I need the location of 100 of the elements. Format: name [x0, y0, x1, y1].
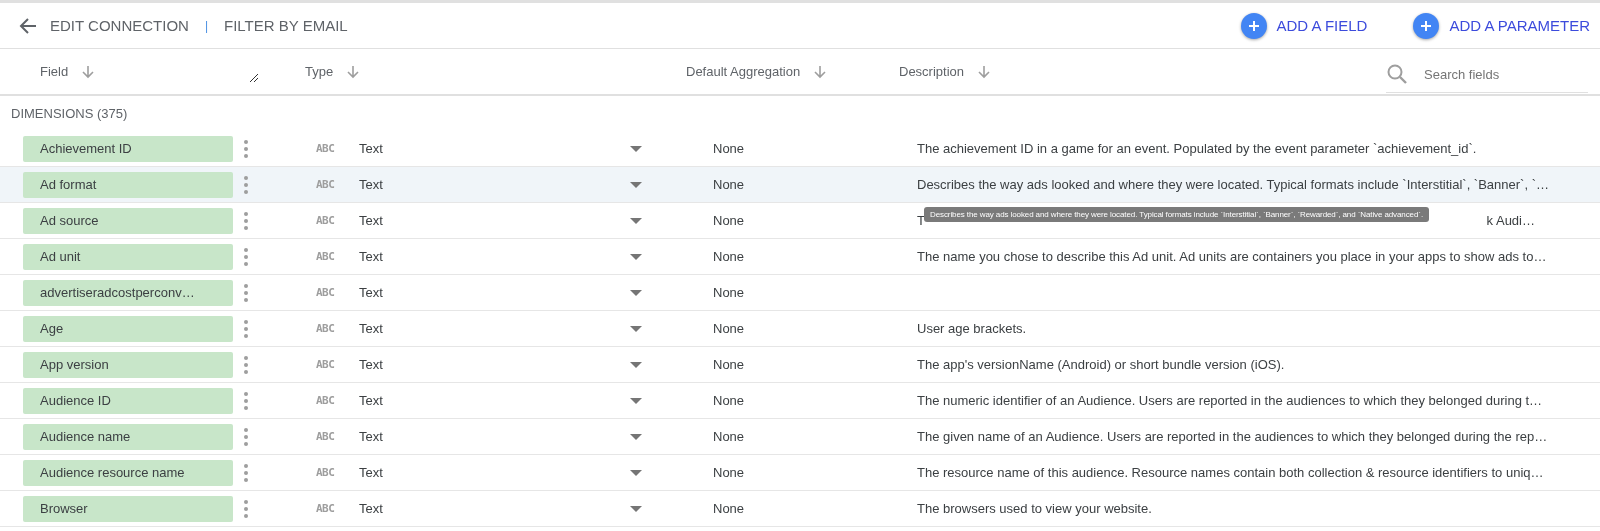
column-header[interactable]: Default Aggregation	[686, 64, 801, 79]
dropdown-caret-icon[interactable]	[630, 289, 642, 296]
aggregation-label: None	[713, 465, 746, 480]
type-icon: ABC	[316, 430, 342, 443]
aggregation-label: None	[713, 177, 746, 192]
more-options-icon[interactable]	[244, 211, 248, 230]
type-label: Text	[359, 501, 384, 516]
sort-arrow-icon[interactable]	[80, 63, 97, 80]
aggregation-label: None	[713, 141, 746, 156]
sort-arrow-icon[interactable]	[812, 63, 829, 80]
table-row[interactable]: Age ABC Text None User age brackets.	[0, 311, 1600, 347]
description-text: The app's versionName (Android) or short bundle version (iOS).	[917, 357, 1285, 372]
more-options-icon[interactable]	[244, 355, 248, 374]
dropdown-caret-icon[interactable]	[630, 433, 642, 440]
divider-text: |	[204, 18, 209, 33]
dropdown-caret-icon[interactable]	[630, 325, 642, 332]
dropdown-caret-icon[interactable]	[630, 145, 642, 152]
type-label: Text	[359, 285, 384, 300]
aggregation-label: None	[713, 429, 746, 444]
more-options-icon[interactable]	[244, 391, 248, 410]
description-text: The numeric identifier of an Audience. Users are reported in the audiences to which they belonged during t…	[917, 393, 1543, 408]
type-icon: ABC	[316, 142, 342, 155]
plus-icon	[1240, 12, 1267, 39]
type-icon: ABC	[316, 394, 342, 407]
dropdown-caret-icon[interactable]	[630, 361, 642, 368]
type-label: Text	[359, 177, 384, 192]
type-icon: ABC	[316, 286, 342, 299]
more-options-icon[interactable]	[244, 247, 248, 266]
type-label: Text	[359, 393, 384, 408]
type-label: Text	[359, 357, 384, 372]
field-chip[interactable]: Audience name	[23, 423, 233, 450]
table-row[interactable]: App version ABC Text None The app's versionName (Android) or short bundle version (iOS).	[0, 347, 1600, 383]
type-icon: ABC	[316, 502, 342, 515]
type-icon: ABC	[316, 214, 342, 227]
description-text: Describes the way ads looked and where they were located. Typical formats include `Interstitial`, `Banner`, `…	[917, 177, 1549, 192]
table-row[interactable]: Audience ID ABC Text None The numeric identifier of an Audience. Users are reported in the audiences to which they belonged during t…	[0, 383, 1600, 419]
field-chip[interactable]: Audience resource name	[23, 459, 233, 486]
description-text: k Audi…	[1486, 213, 1535, 228]
more-options-icon[interactable]	[244, 463, 248, 482]
column-header[interactable]: Type	[305, 64, 334, 79]
add-button[interactable]: ADD A FIELD	[1240, 12, 1368, 39]
back-label: EDIT CONNECTION	[50, 17, 189, 34]
type-icon: ABC	[316, 466, 342, 479]
more-options-icon[interactable]	[244, 283, 248, 302]
field-chip[interactable]: Ad unit	[23, 243, 233, 270]
column-header[interactable]: Description	[899, 64, 965, 79]
more-options-icon[interactable]	[244, 427, 248, 446]
add-button[interactable]: ADD A PARAMETER	[1413, 12, 1590, 39]
description-text: T	[917, 213, 925, 228]
column-header[interactable]: Field	[40, 64, 69, 79]
field-chip[interactable]: Ad source	[23, 207, 233, 234]
description-text: The resource name of this audience. Resource names contain both collection & resource identifiers to uniq…	[917, 465, 1544, 480]
type-label: Text	[359, 249, 384, 264]
field-chip[interactable]: advertiseradcostperconv…	[23, 279, 233, 306]
back-arrow-icon	[18, 15, 38, 36]
dropdown-caret-icon[interactable]	[630, 253, 642, 260]
dropdown-caret-icon[interactable]	[630, 505, 642, 512]
dropdown-caret-icon[interactable]	[630, 397, 642, 404]
tooltip: Describes the way ads looked and where they were located. Typical formats include `Interstitial`, `Banner`, `Rewarded`, and `Native advanced`.	[924, 207, 1429, 222]
table-row[interactable]: advertiseradcostperconv… ABC Text None	[0, 275, 1600, 311]
type-icon: ABC	[316, 250, 342, 263]
aggregation-label: None	[713, 357, 746, 372]
type-label: Text	[359, 465, 384, 480]
table-row[interactable]: Audience resource name ABC Text None The resource name of this audience. Resource names contain both collection & resource identifiers to uniq…	[0, 455, 1600, 491]
aggregation-label: None	[713, 213, 746, 228]
dropdown-caret-icon[interactable]	[630, 469, 642, 476]
table-row[interactable]: Browser ABC Text None The browsers used to view your website.	[0, 491, 1600, 527]
dropdown-caret-icon[interactable]	[630, 217, 642, 224]
resize-handle-icon[interactable]	[248, 71, 260, 84]
field-chip[interactable]: Ad format	[23, 171, 233, 198]
table-row[interactable]: Audience name ABC Text None The given name of an Audience. Users are reported in the audiences to which they belonged during the rep…	[0, 419, 1600, 455]
aggregation-label: None	[713, 249, 746, 264]
description-text: The browsers used to view your website.	[917, 501, 1152, 516]
more-options-icon[interactable]	[244, 319, 248, 338]
aggregation-label: None	[713, 393, 746, 408]
field-chip[interactable]: Browser	[23, 495, 233, 522]
more-options-icon[interactable]	[244, 139, 248, 158]
more-options-icon[interactable]	[244, 175, 248, 194]
aggregation-label: None	[713, 285, 746, 300]
type-label: Text	[359, 213, 384, 228]
dropdown-caret-icon[interactable]	[630, 181, 642, 188]
table-row[interactable]: Ad unit ABC Text None The name you chose to describe this Ad unit. Ad units are containers you place in your apps to show ads to…	[0, 239, 1600, 275]
field-chip[interactable]: Audience ID	[23, 387, 233, 414]
field-chip[interactable]: App version	[23, 351, 233, 378]
field-chip[interactable]: Achievement ID	[23, 135, 233, 162]
search-icon	[1386, 63, 1408, 85]
type-label: Text	[359, 429, 384, 444]
sort-arrow-icon[interactable]	[345, 63, 362, 80]
type-icon: ABC	[316, 358, 342, 371]
description-text: The given name of an Audience. Users are reported in the audiences to which they belonged during the rep…	[917, 429, 1548, 444]
section-label: DIMENSIONS (375)	[10, 105, 129, 123]
field-chip[interactable]: Age	[23, 315, 233, 342]
table-row[interactable]: Ad format ABC Text None Describes the way ads looked and where they were located. Typical formats include `Interstitial`, `Banner`, `…	[0, 167, 1600, 203]
description-text: The name you chose to describe this Ad unit. Ad units are containers you place in your apps to show ads to…	[917, 249, 1547, 264]
aggregation-label: None	[713, 321, 746, 336]
type-icon: ABC	[316, 322, 342, 335]
more-options-icon[interactable]	[244, 499, 248, 518]
table-row[interactable]: Ad source ABC Text None T Describes the way ads looked and where they were located. Typical formats include `Interstitial`, `Banner`, `Rewarded`, and `Native advanced`. k Audi…	[0, 203, 1600, 239]
back-button[interactable]: EDIT CONNECTION	[18, 15, 189, 36]
sort-arrow-icon[interactable]	[976, 63, 993, 80]
